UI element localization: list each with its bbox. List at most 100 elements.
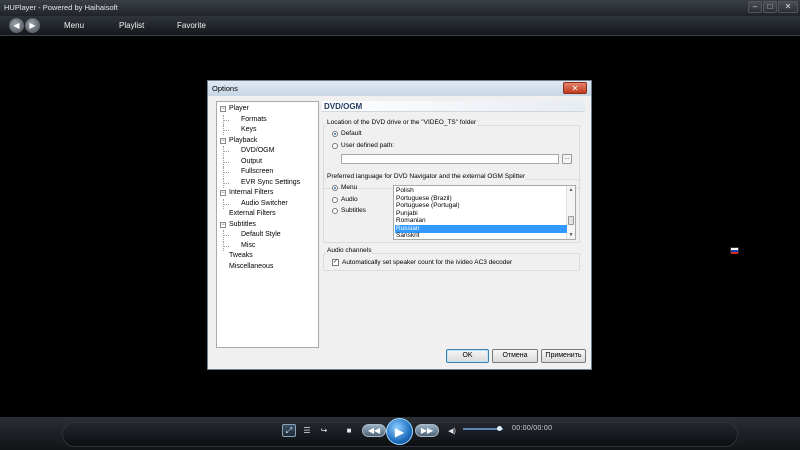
tree-item-output[interactable]: Output (217, 156, 318, 168)
tree-item-internal-filters[interactable]: − Internal Filters (217, 188, 318, 199)
tree-item-label: Formats (241, 115, 267, 123)
tree-item-label: Subtitles (229, 220, 256, 228)
tree-item-tweaks[interactable]: Tweaks (217, 251, 318, 262)
tree-connector (223, 119, 229, 121)
tree-item-label: EVR Sync Settings (241, 178, 301, 186)
tree-item-label: Audio Switcher (241, 199, 288, 207)
close-button[interactable]: ✕ (778, 1, 798, 13)
tree-bullet-icon (220, 264, 226, 270)
location-group-label: Location of the DVD drive or the "VIDEO_… (326, 119, 478, 126)
tree-item-audio-switcher[interactable]: Audio Switcher (217, 198, 318, 210)
tree-item-external-filters[interactable]: External Filters (217, 209, 318, 220)
subtitles-radio[interactable] (332, 208, 338, 214)
scroll-down-icon[interactable]: ▼ (567, 231, 575, 239)
rewind-icon[interactable]: ◀◀ (362, 424, 386, 437)
scroll-up-icon[interactable]: ▲ (567, 186, 575, 194)
tree-bullet-icon (220, 211, 226, 217)
tree-item-dvd-ogm[interactable]: DVD/OGM (217, 146, 318, 157)
tree-item-label: DVD/OGM (241, 147, 275, 154)
tree-item-label: Playback (229, 136, 258, 144)
app-titlebar: HUPlayer - Powered by Haihaisoft – □ ✕ (0, 0, 800, 16)
tree-item-keys[interactable]: Keys (217, 125, 318, 136)
tree-connector (223, 151, 229, 152)
tree-item-playback[interactable]: − Playback (217, 136, 318, 147)
russian-flag-icon (730, 247, 739, 254)
language-option[interactable]: Sanskrit (395, 232, 567, 240)
panel-title: DVD/OGM (324, 102, 363, 111)
apply-button[interactable]: Применить (541, 349, 586, 363)
speaker-count-checkbox[interactable]: ✓ (332, 259, 339, 266)
forward-icon[interactable]: ▶ (25, 18, 40, 33)
audio-channels-label: Audio channels (326, 247, 373, 254)
collapse-icon[interactable]: − (220, 221, 226, 228)
back-icon[interactable]: ◀ (9, 18, 24, 33)
panel-header: DVD/OGM (322, 101, 585, 112)
collapse-icon[interactable]: − (220, 106, 226, 112)
fullscreen-icon[interactable]: ⤢ (282, 424, 296, 437)
options-tree: − Player Formats Keys − Playback DVD/OGM Output… (216, 101, 319, 348)
tree-item-fullscreen[interactable]: Fullscreen (217, 167, 318, 178)
tree-item-misc[interactable]: Misc (217, 240, 318, 252)
language-list-scrollbar[interactable]: ▲ ▼ (566, 186, 575, 239)
dialog-titlebar: Options ✕ (208, 81, 591, 96)
tree-item-label: Output (241, 157, 263, 165)
play-icon[interactable]: ▶ (386, 418, 413, 445)
window-controls: – □ ✕ (748, 1, 798, 13)
tree-connector (223, 130, 229, 131)
language-group-label: Preferred language for DVD Navigator and… (326, 173, 526, 180)
menu-item-menu[interactable]: Menu (64, 21, 84, 30)
menubar: ◀ ▶ Menu Playlist Favorite (0, 16, 800, 36)
tree-item-subtitles[interactable]: − Subtitles (217, 220, 318, 231)
tree-item-miscellaneous[interactable]: Miscellaneous (217, 262, 318, 273)
user-path-radio[interactable] (332, 143, 338, 149)
default-label: Default (341, 130, 362, 137)
path-input[interactable] (341, 154, 559, 164)
tree-item-label: Internal Filters (229, 189, 274, 196)
tree-item-label: Tweaks (229, 252, 253, 259)
language-list[interactable]: ▲ ▼ Polish Portuguese (Brazil) Portuguese … (393, 185, 576, 240)
tree-item-player[interactable]: − Player (217, 104, 318, 115)
ok-button[interactable]: OK (446, 349, 489, 363)
scroll-thumb[interactable] (568, 216, 574, 225)
tree-item-label: Fullscreen (241, 168, 274, 175)
tree-item-evr-sync-settings[interactable]: EVR Sync Settings (217, 177, 318, 189)
tree-bullet-icon (220, 253, 226, 259)
dvd-ogm-panel: DVD/OGM Location of the DVD drive or the… (322, 101, 585, 348)
menu-item-favorite[interactable]: Favorite (177, 21, 206, 30)
speaker-count-label: Automatically set speaker count for the … (342, 259, 513, 266)
browse-button[interactable]: ... (562, 154, 572, 164)
stop-icon[interactable]: ■ (343, 424, 355, 437)
volume-icon[interactable]: ◀) (446, 424, 458, 437)
minimize-button[interactable]: – (748, 1, 762, 13)
tree-item-label: Player (229, 105, 249, 112)
tree-connector (223, 182, 229, 184)
menu-item-playlist[interactable]: Playlist (119, 21, 144, 30)
tree-item-label: External Filters (229, 210, 276, 217)
user-path-label: User defined path: (341, 142, 395, 149)
dialog-close-button[interactable]: ✕ (563, 82, 587, 94)
subtitles-radio-label: Subtitles (341, 207, 366, 214)
time-display: 00:00/00:00 (512, 425, 553, 432)
audio-radio[interactable] (332, 197, 338, 203)
options-dialog: Options ✕ − Player Formats Keys − Playback DVD… (207, 80, 592, 370)
tree-item-label: Default Style (241, 231, 281, 238)
tree-connector (223, 235, 229, 236)
tree-item-label: Miscellaneous (229, 262, 274, 270)
maximize-button[interactable]: □ (763, 1, 777, 13)
playlist-icon[interactable]: ☰ (301, 424, 313, 437)
dialog-title: Options (212, 84, 238, 93)
collapse-icon[interactable]: − (220, 137, 226, 144)
tree-connector (223, 203, 229, 205)
tree-item-default-style[interactable]: Default Style (217, 230, 318, 241)
repeat-icon[interactable]: ↪ (318, 424, 330, 437)
app-title: HUPlayer - Powered by Haihaisoft (4, 3, 118, 12)
collapse-icon[interactable]: − (220, 190, 226, 196)
tree-connector (223, 161, 229, 163)
tree-item-formats[interactable]: Formats (217, 114, 318, 126)
default-radio[interactable] (332, 131, 338, 137)
cancel-button[interactable]: Отмена (492, 349, 538, 363)
audio-radio-label: Audio (341, 196, 358, 203)
fast-forward-icon[interactable]: ▶▶ (415, 424, 439, 437)
menu-radio[interactable] (332, 185, 338, 191)
volume-knob[interactable] (497, 426, 502, 431)
